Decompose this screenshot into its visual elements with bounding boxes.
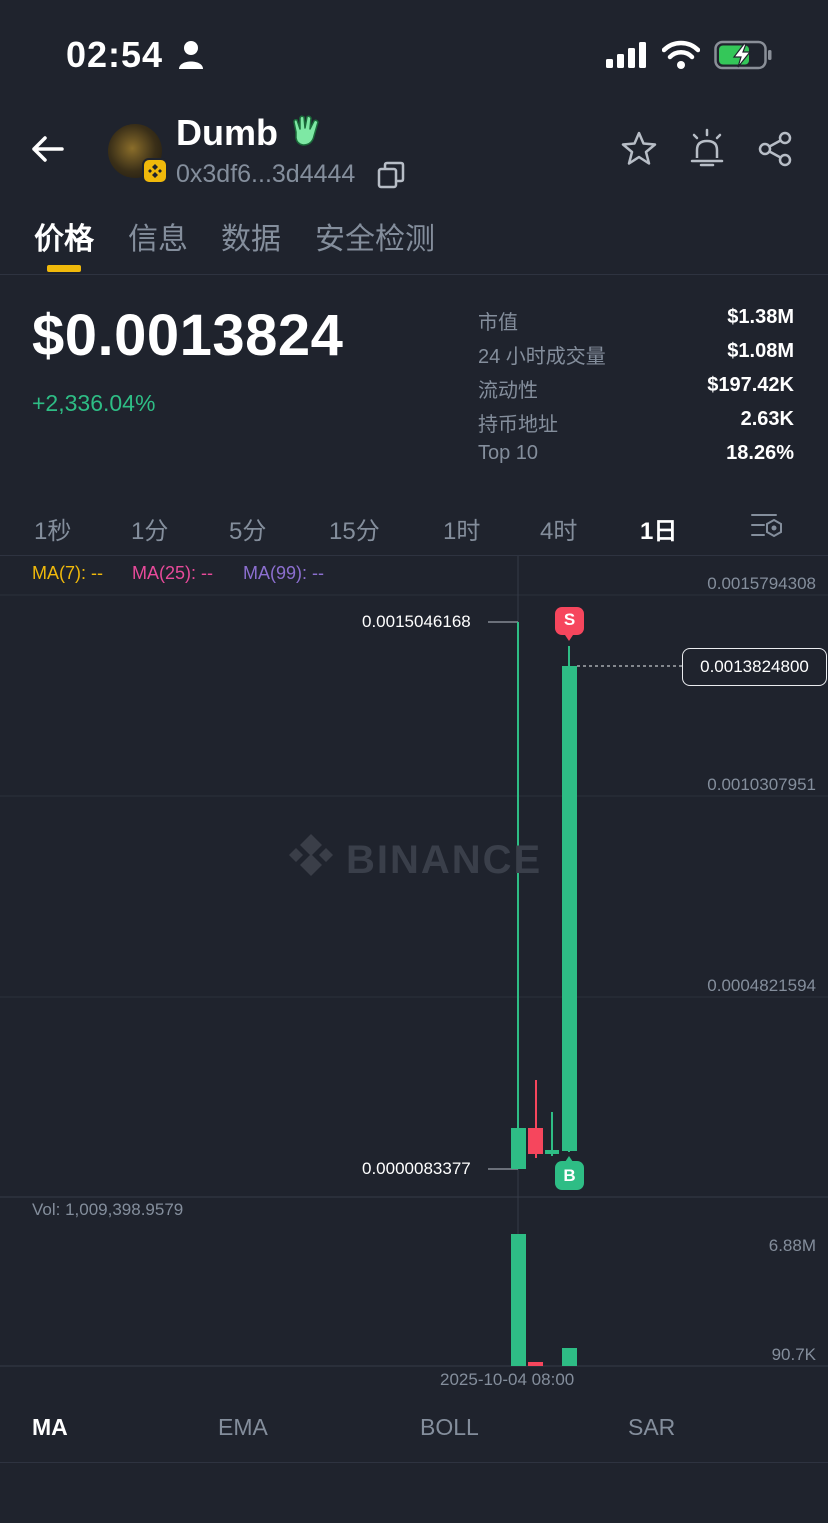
volume-bar-1 [511,1234,526,1366]
volume-axis-label-bottom: 90.7K [771,1345,816,1364]
token-address: 0x3df6...3d4444 [176,160,356,188]
stat-label-holders: 持币地址 [478,414,558,436]
stat-value-market-cap: $1.38M [727,306,794,328]
tab-price[interactable]: 价格 [34,214,94,258]
share-icon[interactable] [756,130,794,168]
tab-info[interactable]: 信息 [128,214,188,258]
y-axis-label-mid: 0.0010307951 [707,775,816,794]
volume-label: Vol: 1,009,398.9579 [32,1200,184,1219]
tabs-divider [0,274,828,275]
copy-icon[interactable] [376,160,406,190]
star-icon[interactable] [620,130,658,168]
interval-1d[interactable]: 1日 [640,511,677,546]
candle-3 [545,1112,559,1156]
stat-label-market-cap: 市值 [478,312,518,334]
ma99-legend: MA(99): -- [243,563,324,583]
stat-value-holders: 2.63K [740,408,794,430]
battery-charging-icon [714,40,772,70]
interval-1h[interactable]: 1时 [443,511,480,546]
interval-4h[interactable]: 4时 [540,511,577,546]
chart-settings-icon[interactable] [750,510,784,540]
signal-icon [606,42,646,68]
ma7-legend: MA(7): -- [32,563,103,583]
status-time: 02:54 [66,34,164,75]
interval-1m[interactable]: 1分 [131,511,168,546]
token-name: Dumb [176,112,278,153]
stat-label-volume-24h: 24 小时成交量 [478,346,606,368]
price-change: +2,336.04% [32,390,156,416]
binance-watermark: BINANCE [346,838,543,882]
bnb-chain-icon [142,158,168,184]
alarm-icon[interactable] [688,128,726,168]
volume-bar-4 [562,1348,577,1366]
tab-security-check[interactable]: 安全检测 [315,214,435,258]
candle-1 [511,622,526,1169]
indicator-boll[interactable]: BOLL [420,1414,479,1441]
wifi-icon [662,40,700,69]
back-arrow-icon[interactable] [28,130,66,168]
interval-15m[interactable]: 15分 [329,511,380,546]
current-price-tag: 0.0013824800 [682,648,827,686]
stat-label-liquidity: 流动性 [478,380,538,402]
active-tab-indicator [47,265,81,272]
interval-5m[interactable]: 5分 [229,511,266,546]
low-mark-label: 0.0000083377 [362,1159,471,1178]
crosshair-date-label: 2025-10-04 08:00 [440,1370,575,1389]
tab-data[interactable]: 数据 [221,214,281,258]
ma25-legend: MA(25): -- [132,563,213,583]
volume-axis-label-top: 6.88M [768,1236,816,1255]
high-mark-label: 0.0015046168 [362,612,471,631]
binance-watermark-icon [289,834,333,876]
current-price: $0.0013824 [32,303,344,368]
indicator-ema[interactable]: EMA [218,1414,268,1441]
indicator-ma[interactable]: MA [32,1414,68,1441]
stat-value-liquidity: $197.42K [707,374,794,396]
stat-value-volume-24h: $1.08M [727,340,794,362]
buy-marker[interactable]: B [555,1166,584,1186]
stat-label-top10: Top 10 [478,442,539,464]
volume-bar-2 [528,1362,543,1366]
hand-emoji-icon [293,115,319,146]
interval-1s[interactable]: 1秒 [34,511,71,546]
y-axis-label-low: 0.0004821594 [707,976,816,995]
indicator-sar[interactable]: SAR [628,1414,675,1441]
stat-value-top10: 18.26% [726,442,794,464]
bottom-section [0,1462,828,1523]
y-axis-label-top: 0.0015794308 [707,574,816,593]
person-icon [179,41,203,69]
candle-2 [528,1080,543,1158]
sell-marker[interactable]: S [555,610,584,630]
candle-4 [562,646,577,1152]
